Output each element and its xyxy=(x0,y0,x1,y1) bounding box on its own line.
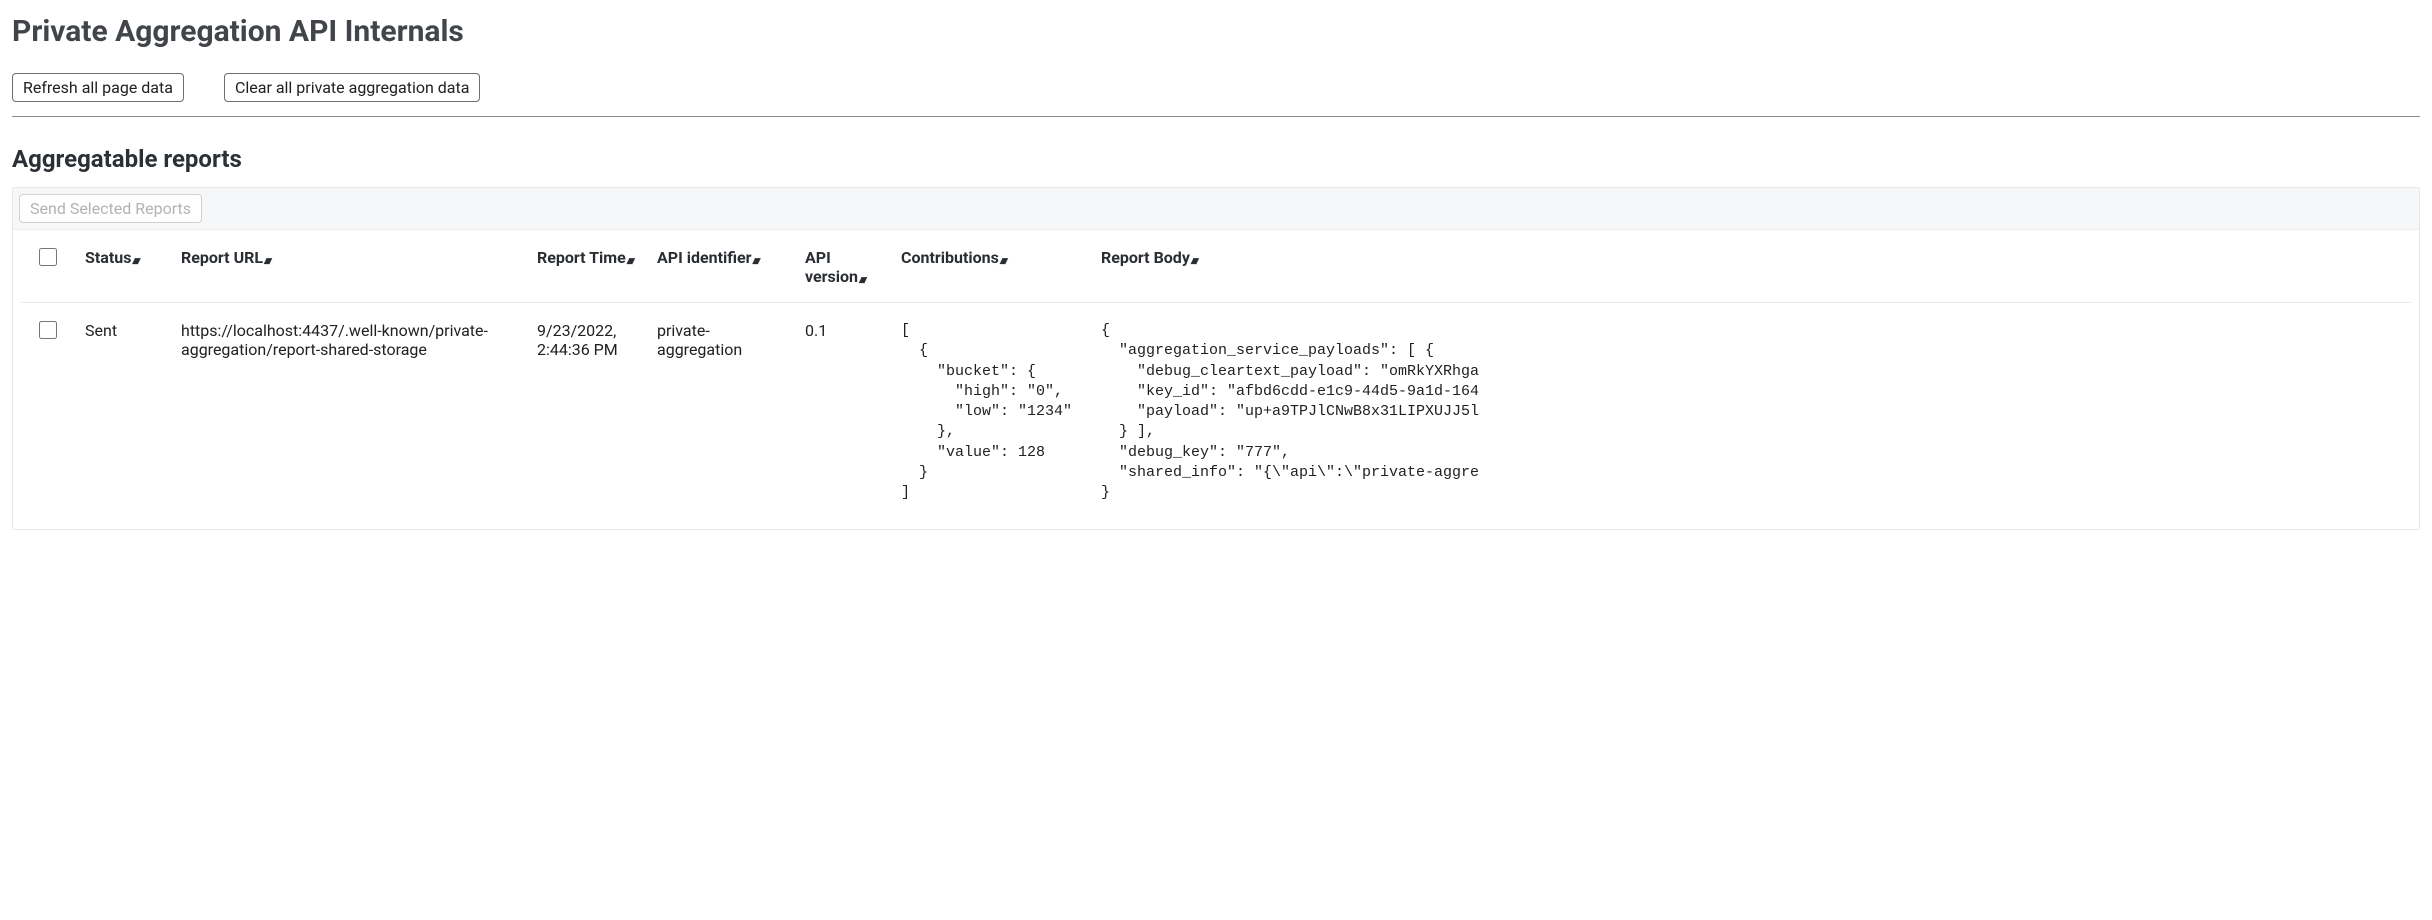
cell-api-version: 0.1 xyxy=(795,303,891,522)
column-header-report-body-label: Report Body xyxy=(1101,248,1190,267)
report-body-json: { "aggregation_service_payloads": [ { "d… xyxy=(1101,321,2401,503)
row-select-checkbox[interactable] xyxy=(39,321,57,339)
cell-contributions: [ { "bucket": { "high": "0", "low": "123… xyxy=(891,303,1091,522)
column-header-api-identifier-label: API identifier xyxy=(657,248,751,267)
sort-icon xyxy=(1191,255,1196,266)
column-header-status[interactable]: Status xyxy=(75,230,171,303)
column-header-contributions-label: Contributions xyxy=(901,248,999,267)
sort-icon xyxy=(752,255,757,266)
column-header-api-identifier[interactable]: API identifier xyxy=(647,230,795,303)
sort-icon xyxy=(132,255,137,266)
column-header-api-version[interactable]: API version xyxy=(795,230,891,303)
column-header-report-body[interactable]: Report Body xyxy=(1091,230,2411,303)
contributions-json: [ { "bucket": { "high": "0", "low": "123… xyxy=(901,321,1081,503)
cell-status: Sent xyxy=(75,303,171,522)
cell-report-url: https://localhost:4437/.well-known/priva… xyxy=(171,303,527,522)
reports-table: Status Report URL Report Time API identi… xyxy=(21,230,2411,521)
cell-report-body: { "aggregation_service_payloads": [ { "d… xyxy=(1091,303,2411,522)
send-selected-button[interactable]: Send Selected Reports xyxy=(19,194,202,223)
reports-card: Send Selected Reports Status xyxy=(12,187,2420,530)
clear-data-button[interactable]: Clear all private aggregation data xyxy=(224,73,481,102)
column-header-report-time-label: Report Time xyxy=(537,248,626,267)
page-title: Private Aggregation API Internals xyxy=(12,14,2420,49)
card-toolbar: Send Selected Reports xyxy=(13,188,2419,230)
column-header-report-time[interactable]: Report Time xyxy=(527,230,647,303)
sort-icon xyxy=(1000,255,1005,266)
column-header-status-label: Status xyxy=(85,248,131,267)
cell-report-time: 9/23/2022, 2:44:36 PM xyxy=(527,303,647,522)
section-title: Aggregatable reports xyxy=(12,145,2420,173)
cell-api-identifier: private-aggregation xyxy=(647,303,795,522)
column-header-report-url[interactable]: Report URL xyxy=(171,230,527,303)
column-header-api-version-label: API version xyxy=(805,248,858,286)
sort-icon xyxy=(264,255,269,266)
column-header-report-url-label: Report URL xyxy=(181,248,263,267)
sort-icon xyxy=(627,255,632,266)
select-all-checkbox[interactable] xyxy=(39,248,57,266)
sort-icon xyxy=(859,274,864,285)
divider xyxy=(12,116,2420,117)
top-toolbar: Refresh all page data Clear all private … xyxy=(12,73,2420,102)
table-row: Sent https://localhost:4437/.well-known/… xyxy=(21,303,2411,522)
table-scroll-region[interactable]: Status Report URL Report Time API identi… xyxy=(13,230,2419,529)
refresh-button[interactable]: Refresh all page data xyxy=(12,73,184,102)
column-header-select xyxy=(21,230,75,303)
column-header-contributions[interactable]: Contributions xyxy=(891,230,1091,303)
